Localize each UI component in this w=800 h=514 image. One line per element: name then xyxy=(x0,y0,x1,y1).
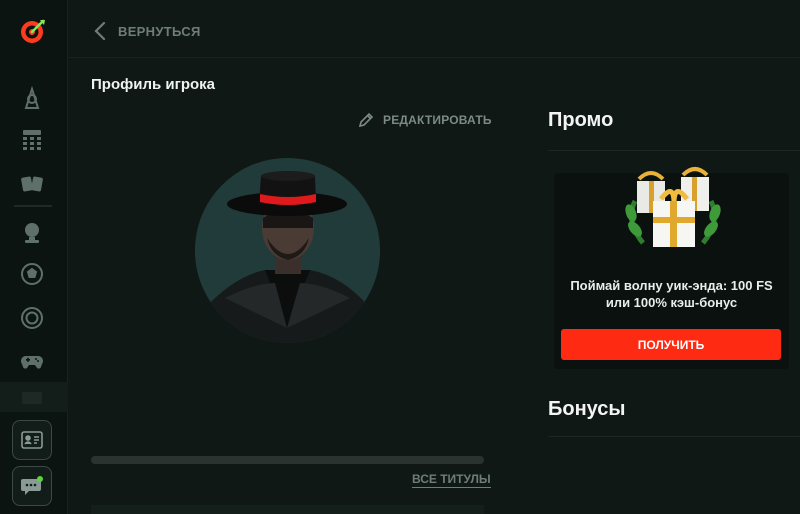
cards-icon[interactable] xyxy=(18,170,46,198)
rail-divider xyxy=(14,205,52,207)
edit-profile-button[interactable]: РЕДАКТИРОВАТЬ xyxy=(358,112,492,128)
gamepad-icon[interactable] xyxy=(18,347,46,375)
logo-icon[interactable] xyxy=(19,17,47,45)
bonuses-divider xyxy=(548,436,800,437)
promo-text-line1: Поймай волну уик-энда: 100 FS xyxy=(570,278,773,293)
fortune-icon[interactable] xyxy=(18,84,46,112)
back-label: ВЕРНУТЬСЯ xyxy=(118,23,201,39)
avatar xyxy=(195,158,380,343)
get-promo-button[interactable]: ПОЛУЧИТЬ xyxy=(561,329,781,360)
titles-list-strip xyxy=(91,505,484,514)
trophy-icon[interactable] xyxy=(18,218,46,246)
titles-progress-bar xyxy=(91,456,484,464)
profile-card-button[interactable] xyxy=(12,420,52,460)
promo-card: Поймай волну уик-энда: 100 FS или 100% к… xyxy=(554,167,789,369)
chat-button[interactable] xyxy=(12,466,52,506)
promo-divider xyxy=(548,150,800,151)
chevron-left-icon xyxy=(94,22,106,40)
gift-icon xyxy=(621,161,725,251)
edit-label: РЕДАКТИРОВАТЬ xyxy=(383,113,492,127)
soccer-ball-icon[interactable] xyxy=(18,260,46,288)
all-titles-link[interactable]: ВСЕ ТИТУЛЫ xyxy=(412,472,491,488)
target-icon[interactable] xyxy=(18,304,46,332)
rail-scroll-fade xyxy=(0,382,68,412)
page-title: Профиль игрока xyxy=(91,76,216,93)
pencil-icon xyxy=(358,112,374,128)
top-bar: ВЕРНУТЬСЯ xyxy=(68,0,800,58)
bingo-icon[interactable] xyxy=(18,126,46,154)
promo-heading: Промо xyxy=(548,109,614,131)
bonuses-heading: Бонусы xyxy=(548,398,626,420)
promo-text-line2: или 100% кэш-бонус xyxy=(605,295,738,310)
promo-text: Поймай волну уик-энда: 100 FS или 100% к… xyxy=(554,277,789,311)
back-button[interactable]: ВЕРНУТЬСЯ xyxy=(94,22,201,40)
sidebar-rail xyxy=(0,0,68,514)
